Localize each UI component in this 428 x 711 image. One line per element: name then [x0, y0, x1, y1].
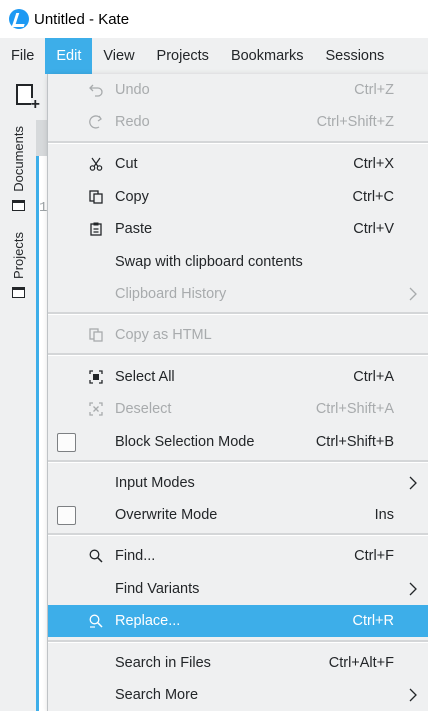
menu-item-replace[interactable]: Replace... Ctrl+R	[48, 605, 428, 637]
select-all-icon	[88, 369, 104, 385]
menu-item-label: Copy	[115, 189, 149, 205]
menu-item-overwrite-mode[interactable]: Overwrite Mode Ins	[48, 499, 428, 531]
left-sidebar: Documents Projects	[0, 120, 37, 711]
menu-item-label: Swap with clipboard contents	[115, 254, 303, 270]
menu-item-select-all[interactable]: Select All Ctrl+A	[48, 361, 428, 393]
shortcut-label: Ctrl+Shift+A	[315, 401, 394, 417]
menu-bookmarks[interactable]: Bookmarks	[220, 38, 315, 74]
kate-app-icon	[9, 9, 29, 29]
menu-item-find-variants[interactable]: Find Variants	[48, 573, 428, 605]
menu-separator	[48, 533, 428, 536]
shortcut-label: Ctrl+Alt+F	[328, 655, 394, 671]
menu-item-label: Clipboard History	[115, 286, 227, 302]
edit-menu-dropdown: Undo Ctrl+Z Redo Ctrl+Shift+Z Cut Ctrl+X…	[47, 74, 428, 711]
copy-icon	[88, 189, 104, 205]
sidebar-tab-documents[interactable]: Documents	[4, 126, 32, 211]
menu-item-label: Deselect	[115, 401, 172, 417]
menu-item-block-selection-mode[interactable]: Block Selection Mode Ctrl+Shift+B	[48, 426, 428, 458]
shortcut-label: Ctrl+F	[354, 548, 394, 564]
menu-item-label: Search More	[115, 687, 199, 703]
menu-item-label: Undo	[115, 82, 150, 98]
menu-item-copy-as-html[interactable]: Copy as HTML	[48, 319, 428, 351]
shortcut-label: Ctrl+V	[353, 221, 394, 237]
search-replace-icon	[88, 613, 104, 629]
menu-separator	[48, 312, 428, 315]
chevron-right-icon	[409, 476, 417, 490]
menu-item-redo[interactable]: Redo Ctrl+Shift+Z	[48, 106, 428, 138]
menu-edit[interactable]: Edit	[45, 38, 93, 74]
menu-projects[interactable]: Projects	[146, 38, 220, 74]
scissors-icon	[88, 156, 104, 172]
menu-item-copy[interactable]: Copy Ctrl+C	[48, 181, 428, 213]
menu-separator	[48, 640, 428, 643]
title-bar: Untitled - Kate	[0, 0, 428, 38]
menu-sessions[interactable]: Sessions	[314, 38, 395, 74]
menu-item-clipboard-history[interactable]: Clipboard History	[48, 278, 428, 310]
menu-item-label: Overwrite Mode	[115, 507, 218, 523]
chevron-right-icon	[409, 287, 417, 301]
new-document-icon[interactable]	[16, 84, 40, 112]
menu-item-label: Find Variants	[115, 581, 200, 597]
menu-item-label: Paste	[115, 221, 153, 237]
menu-item-label: Block Selection Mode	[115, 434, 255, 450]
folder-icon	[11, 199, 25, 211]
redo-icon	[88, 114, 104, 130]
menu-item-swap-clipboard[interactable]: Swap with clipboard contents	[48, 246, 428, 278]
menu-item-label: Search in Files	[115, 655, 211, 671]
menu-file[interactable]: File	[0, 38, 45, 74]
shortcut-label: Ctrl+R	[352, 613, 395, 629]
menu-item-search-in-files[interactable]: Search in Files Ctrl+Alt+F	[48, 647, 428, 679]
menu-item-label: Input Modes	[115, 475, 195, 491]
shortcut-label: Ctrl+Z	[354, 82, 394, 98]
menu-item-find[interactable]: Find... Ctrl+F	[48, 540, 428, 572]
menu-separator	[48, 353, 428, 356]
chevron-right-icon	[409, 582, 417, 596]
sidebar-tab-label: Documents	[10, 126, 26, 192]
menu-item-deselect[interactable]: Deselect Ctrl+Shift+A	[48, 393, 428, 425]
menu-separator	[48, 460, 428, 463]
window-title: Untitled - Kate	[34, 10, 130, 28]
shortcut-label: Ctrl+X	[353, 156, 394, 172]
overwrite-mode-checkbox[interactable]	[57, 505, 76, 525]
menu-separator	[48, 141, 428, 144]
menu-item-paste[interactable]: Paste Ctrl+V	[48, 213, 428, 245]
menu-item-label: Replace...	[115, 613, 181, 629]
shortcut-label: Ctrl+C	[352, 189, 395, 205]
shortcut-label: Ctrl+Shift+B	[315, 434, 394, 450]
sidebar-tab-projects[interactable]: Projects	[4, 232, 32, 298]
sidebar-tab-label: Projects	[10, 232, 26, 279]
deselect-icon	[88, 401, 104, 417]
copy-icon	[88, 327, 104, 343]
undo-icon	[88, 82, 104, 98]
menu-item-label: Select All	[115, 369, 175, 385]
chevron-right-icon	[409, 688, 417, 702]
menu-item-label: Find...	[115, 548, 156, 564]
shortcut-label: Ins	[374, 507, 394, 523]
shortcut-label: Ctrl+A	[353, 369, 394, 385]
menu-item-label: Copy as HTML	[115, 327, 212, 343]
menu-item-undo[interactable]: Undo Ctrl+Z	[48, 74, 428, 106]
menu-item-label: Cut	[115, 156, 138, 172]
paste-icon	[88, 221, 104, 237]
menu-item-input-modes[interactable]: Input Modes	[48, 467, 428, 499]
block-selection-checkbox[interactable]	[57, 432, 76, 452]
folder-icon	[11, 286, 25, 298]
menu-view[interactable]: View	[92, 38, 145, 74]
menu-item-label: Redo	[115, 114, 150, 130]
search-icon	[88, 548, 104, 564]
menu-item-search-more[interactable]: Search More	[48, 679, 428, 711]
menu-bar: File Edit View Projects Bookmarks Sessio…	[0, 38, 428, 74]
shortcut-label: Ctrl+Shift+Z	[316, 114, 394, 130]
menu-item-cut[interactable]: Cut Ctrl+X	[48, 148, 428, 180]
